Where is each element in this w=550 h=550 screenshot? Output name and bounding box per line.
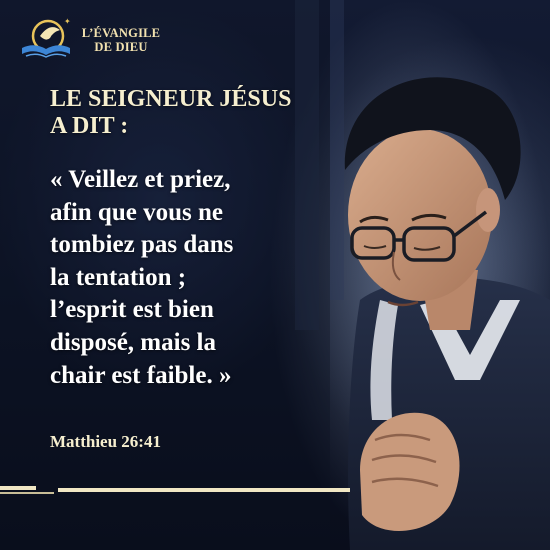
- evangile-logo: ✦ L’ÉVANGILE DE DIEU: [20, 16, 170, 62]
- logo-line-2: DE DIEU: [94, 40, 148, 54]
- heading-line-1: LE SEIGNEUR JÉSUS: [50, 86, 292, 112]
- logo-title: L’ÉVANGILE DE DIEU: [72, 26, 170, 54]
- decorative-rule-left: [0, 486, 36, 490]
- verse-reference: Matthieu 26:41: [50, 432, 161, 451]
- quote-line: la tentation ;: [50, 263, 187, 291]
- decorative-rule: [58, 488, 350, 492]
- quote-line: afin que vous ne: [50, 198, 223, 226]
- quote-line: « Veillez et priez,: [50, 166, 231, 193]
- quote-line: disposé, mais la: [50, 328, 217, 356]
- quote-line: chair est faible. »: [50, 361, 232, 389]
- book-dove-logo-icon: ✦: [22, 17, 71, 58]
- verse-heading: LE SEIGNEUR JÉSUS A DIT :: [50, 86, 350, 140]
- quote-line: tombiez pas dans: [50, 231, 234, 259]
- bible-quote: « Veillez et priez, afin que vous ne tom…: [50, 164, 350, 392]
- heading-line-2: A DIT :: [50, 113, 129, 139]
- verse-image: ✦ L’ÉVANGILE DE DIEU LE SEIGNEUR JÉSUS A…: [0, 0, 550, 550]
- quote-line: l’esprit est bien: [50, 296, 214, 324]
- svg-text:✦: ✦: [64, 17, 71, 26]
- decorative-rule-left-thin: [0, 492, 54, 494]
- logo-line-1: L’ÉVANGILE: [81, 26, 161, 40]
